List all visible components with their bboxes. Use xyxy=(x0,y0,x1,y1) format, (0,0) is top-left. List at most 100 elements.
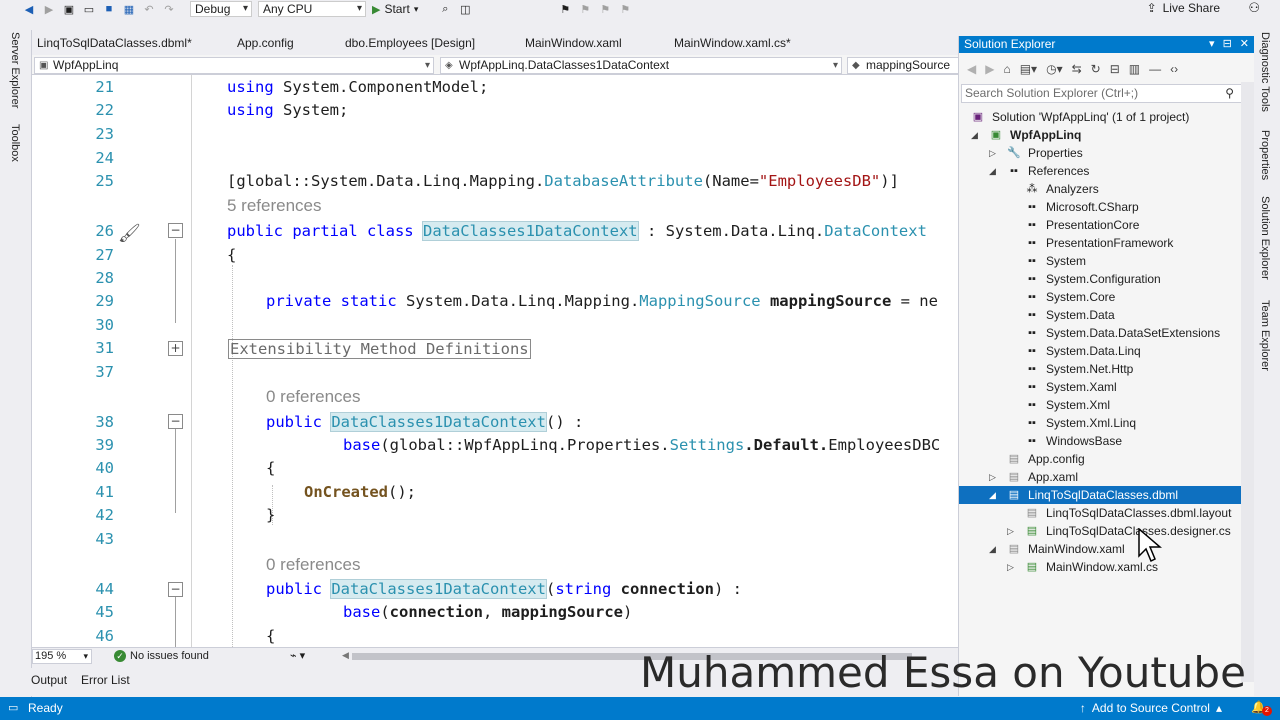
tree-item-reference[interactable]: ▪▪ System.Data.DataSetExtensions xyxy=(959,324,1255,342)
collapsed-region[interactable]: Extensibility Method Definitions xyxy=(228,339,531,359)
refresh-icon[interactable]: ↻ xyxy=(1091,62,1101,76)
tree-item-reference[interactable]: ▪▪ PresentationCore xyxy=(959,216,1255,234)
clear-bookmarks-icon[interactable]: ⚑ xyxy=(618,2,632,16)
type-dropdown[interactable]: ◈ WpfAppLinq.DataClasses1DataContext ▾ xyxy=(440,57,842,74)
codelens-references[interactable]: 0 references xyxy=(266,555,361,575)
collapse-all-icon[interactable]: ⊟ xyxy=(1110,62,1120,76)
tab-diagnostic-tools[interactable]: Diagnostic Tools xyxy=(1259,32,1271,112)
brush-icon[interactable]: ⌁ ▾ xyxy=(290,649,305,662)
tab-properties[interactable]: Properties xyxy=(1259,130,1271,180)
history-icon[interactable]: ◷▾ xyxy=(1046,62,1063,76)
code-line-31[interactable]: Extensibility Method Definitions xyxy=(228,339,531,359)
tree-item-references[interactable]: ◢ ▪▪ References xyxy=(959,162,1255,180)
tree-item-solution[interactable]: ▣ Solution 'WpfAppLinq' (1 of 1 project) xyxy=(959,108,1255,126)
tree-item-reference[interactable]: ▪▪ System xyxy=(959,252,1255,270)
switch-views-icon[interactable]: ▤▾ xyxy=(1020,62,1037,76)
collapse-toggle[interactable]: − xyxy=(168,582,183,597)
toolbox-tab[interactable]: Toolbox xyxy=(9,124,21,162)
notifications-icon[interactable]: 🔔 2 xyxy=(1251,700,1272,716)
start-button[interactable]: ▶ Start ▾ xyxy=(372,2,418,16)
tree-item-mainwindow-xaml[interactable]: ◢ ▤ MainWindow.xaml xyxy=(959,540,1255,558)
tree-item-reference[interactable]: ▪▪ System.Net.Http xyxy=(959,360,1255,378)
add-to-source-control-button[interactable]: ↑ Add to Source Control ▴ xyxy=(1080,701,1222,715)
platform-dropdown[interactable]: Any CPU xyxy=(258,1,366,17)
server-explorer-tab[interactable]: Server Explorer xyxy=(9,32,21,108)
expanded-arrow-icon[interactable]: ◢ xyxy=(989,486,999,504)
tab-solution-explorer[interactable]: Solution Explorer xyxy=(1259,196,1271,280)
tab-mainwindow-xaml[interactable]: MainWindow.xaml xyxy=(525,36,622,50)
tree-item-reference[interactable]: ▪▪ System.Xml.Linq xyxy=(959,414,1255,432)
tree-item-project[interactable]: ◢ ▣ WpfAppLinq xyxy=(959,126,1255,144)
tree-item-app-config[interactable]: ▤ App.config xyxy=(959,450,1255,468)
tab-employees-design[interactable]: dbo.Employees [Design] xyxy=(345,36,475,50)
forward-icon[interactable]: ▶ xyxy=(985,62,994,76)
codelens-references[interactable]: 5 references xyxy=(227,196,322,216)
new-project-icon[interactable]: ▣ xyxy=(62,2,76,16)
expand-toggle[interactable]: + xyxy=(168,341,183,356)
open-folder-icon[interactable]: ▭ xyxy=(82,2,96,16)
back-arrow-icon[interactable]: ◀ xyxy=(22,2,36,16)
vertical-scrollbar[interactable] xyxy=(1241,82,1255,682)
redo-icon[interactable]: ↷ xyxy=(162,2,176,16)
back-icon[interactable]: ◀ xyxy=(967,62,976,76)
code-editor[interactable]: 21 22 23 24 25 26 27 28 29 30 31 37 38 3… xyxy=(32,75,958,647)
zoom-dropdown[interactable]: 195 % ▾ xyxy=(32,649,92,664)
tree-item-dbml-layout[interactable]: ▤ LinqToSqlDataClasses.dbml.layout xyxy=(959,504,1255,522)
collapse-toggle[interactable]: − xyxy=(168,223,183,238)
tree-item-reference[interactable]: ▪▪ System.Xml xyxy=(959,396,1255,414)
scroll-left-icon[interactable]: ◀ xyxy=(342,650,349,661)
tree-item-reference[interactable]: ▪▪ System.Xaml xyxy=(959,378,1255,396)
sync-icon[interactable]: ⇆ xyxy=(1072,62,1082,76)
collapsed-arrow-icon[interactable]: ▷ xyxy=(1007,558,1017,576)
tree-item-reference[interactable]: ▪▪ WindowsBase xyxy=(959,432,1255,450)
home-icon[interactable]: ⌂ xyxy=(1003,62,1010,76)
tree-item-reference[interactable]: ▪▪ PresentationFramework xyxy=(959,234,1255,252)
tab-output[interactable]: Output xyxy=(31,673,67,687)
project-dropdown[interactable]: ▣ WpfAppLinq ▾ xyxy=(34,57,434,74)
settings-icon[interactable]: — xyxy=(1149,62,1161,76)
tab-app-config[interactable]: App.config xyxy=(237,36,294,50)
tree-item-app-xaml[interactable]: ▷ ▤ App.xaml xyxy=(959,468,1255,486)
tab-dbml[interactable]: LinqToSqlDataClasses.dbml* xyxy=(37,36,192,50)
tab-mainwindow-xaml-cs[interactable]: MainWindow.xaml.cs* xyxy=(674,36,791,50)
solution-search-input[interactable]: Search Solution Explorer (Ctrl+;) ⚲ ▾ xyxy=(961,84,1253,103)
codelens-references[interactable]: 0 references xyxy=(266,387,361,407)
quick-actions-brush-icon[interactable]: 🖌 xyxy=(118,223,141,244)
expanded-arrow-icon[interactable]: ◢ xyxy=(971,126,981,144)
save-all-icon[interactable]: ▦ xyxy=(122,2,136,16)
prev-bookmark-icon[interactable]: ⚑ xyxy=(578,2,592,16)
collapsed-arrow-icon[interactable]: ▷ xyxy=(989,144,999,162)
camera-icon[interactable]: ◫ xyxy=(458,2,472,16)
tree-item-properties[interactable]: ▷ 🔧 Properties xyxy=(959,144,1255,162)
undo-icon[interactable]: ↶ xyxy=(142,2,156,16)
forward-arrow-icon[interactable]: ▶ xyxy=(42,2,56,16)
config-dropdown[interactable]: Debug xyxy=(190,1,252,17)
tree-item-reference[interactable]: ▪▪ System.Configuration xyxy=(959,270,1255,288)
save-icon[interactable]: ■ xyxy=(102,2,116,16)
bookmark-icon[interactable]: ⚑ xyxy=(558,2,572,16)
expanded-arrow-icon[interactable]: ◢ xyxy=(989,540,999,558)
tree-item-reference[interactable]: ▪▪ Microsoft.CSharp xyxy=(959,198,1255,216)
pin-icon[interactable]: ⊟ xyxy=(1223,36,1232,53)
close-icon[interactable]: ✕ xyxy=(1240,36,1249,53)
dropdown-icon[interactable]: ▾ xyxy=(1209,36,1215,53)
browser-link-icon[interactable]: ⌕ xyxy=(438,2,452,16)
code-view-icon[interactable]: ‹› xyxy=(1170,62,1178,76)
tree-item-reference[interactable]: ▪▪ System.Data.Linq xyxy=(959,342,1255,360)
collapsed-arrow-icon[interactable]: ▷ xyxy=(1007,522,1017,540)
tab-error-list[interactable]: Error List xyxy=(81,673,130,687)
member-dropdown[interactable]: ◆ mappingSource xyxy=(847,57,958,74)
collapsed-arrow-icon[interactable]: ▷ xyxy=(989,468,999,486)
issues-indicator[interactable]: ✓ No issues found xyxy=(114,650,209,662)
tree-item-analyzers[interactable]: ⁂ Analyzers xyxy=(959,180,1255,198)
tree-item-reference[interactable]: ▪▪ System.Core xyxy=(959,288,1255,306)
tree-item-mainwindow-cs[interactable]: ▷ ▤ MainWindow.xaml.cs xyxy=(959,558,1255,576)
show-all-files-icon[interactable]: ▥ xyxy=(1129,62,1140,76)
tree-item-dbml[interactable]: ◢ ▤ LinqToSqlDataClasses.dbml xyxy=(959,486,1255,504)
tab-team-explorer[interactable]: Team Explorer xyxy=(1259,300,1271,371)
user-icon[interactable]: ⚇ xyxy=(1248,0,1260,16)
collapse-toggle[interactable]: − xyxy=(168,414,183,429)
live-share-button[interactable]: ⇪ Live Share xyxy=(1147,1,1220,15)
tree-item-reference[interactable]: ▪▪ System.Data xyxy=(959,306,1255,324)
expanded-arrow-icon[interactable]: ◢ xyxy=(989,162,999,180)
